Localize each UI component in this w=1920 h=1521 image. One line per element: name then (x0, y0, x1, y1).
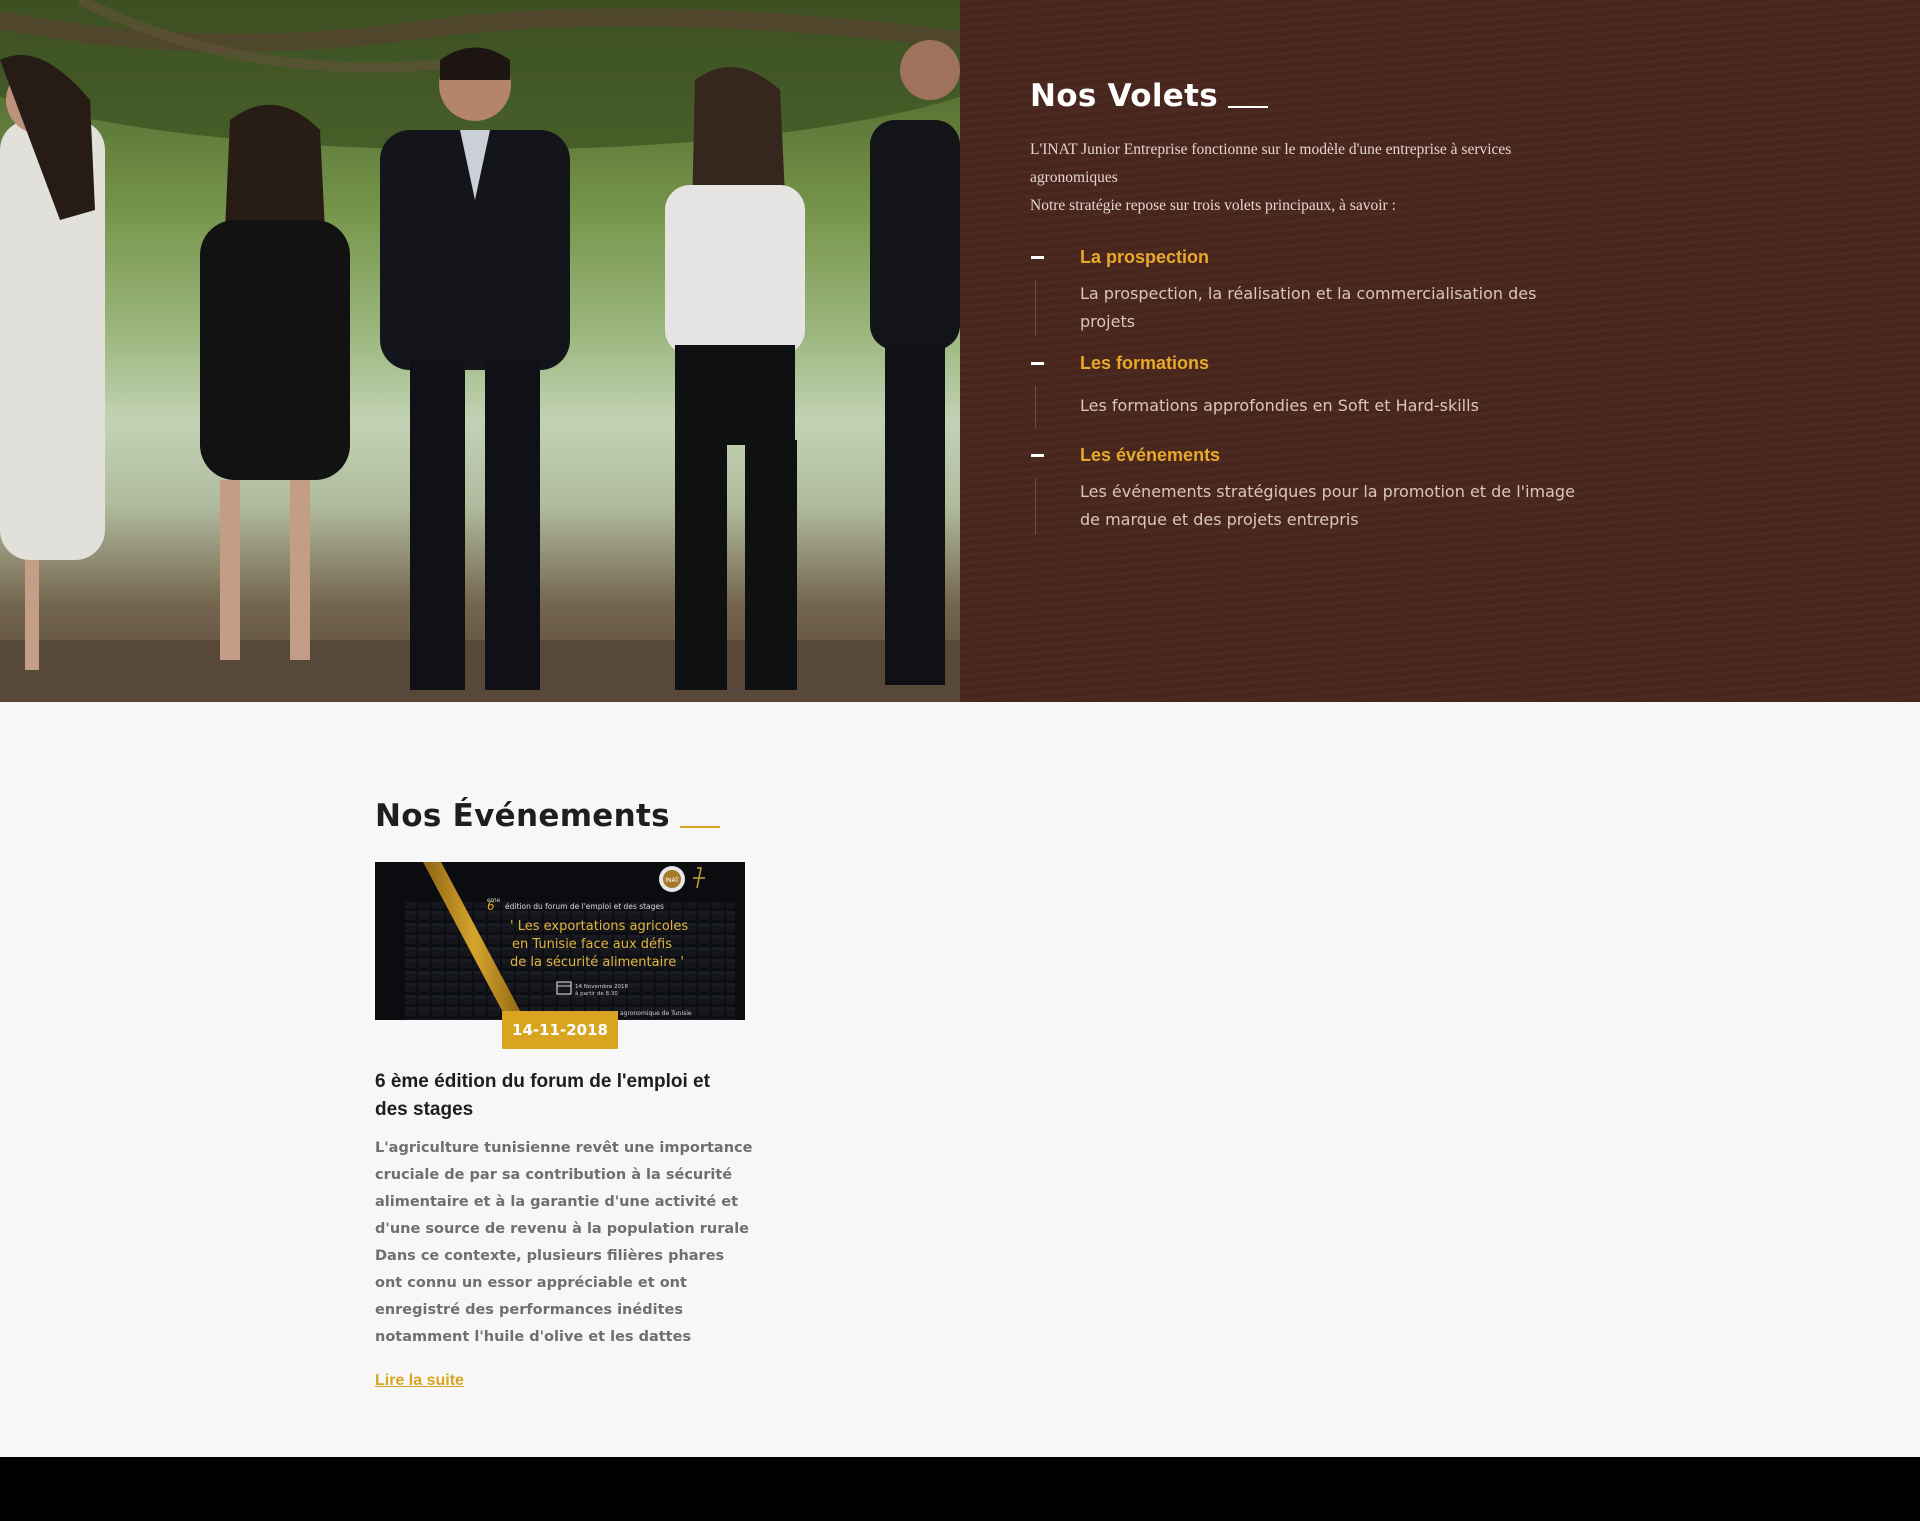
accordion-header-prospection[interactable]: La prospection (1030, 242, 1590, 272)
events-section: Nos Événements INAT eme 6 édition du for… (375, 798, 775, 1020)
footer (0, 1457, 1920, 1521)
volets-section: Nos Volets L'INAT Junior Entreprise fonc… (0, 0, 1920, 702)
volets-panel: Nos Volets L'INAT Junior Entreprise fonc… (960, 0, 1920, 702)
poster-logo-text: INAT (665, 877, 679, 884)
accordion-body: Les formations approfondies en Soft et H… (1035, 386, 1590, 428)
intro-line-1: L'INAT Junior Entreprise fonctionne sur … (1030, 141, 1512, 186)
accordion-body: La prospection, la réalisation et la com… (1035, 280, 1590, 336)
volets-intro: L'INAT Junior Entreprise fonctionne sur … (1030, 136, 1590, 220)
poster-date-line2: à partir de 8:30 (575, 990, 618, 997)
events-title: Nos Événements (375, 798, 775, 834)
poster-quote-line2: en Tunisie face aux défis (512, 937, 672, 952)
poster-date-line1: 14 Novembre 2018 (575, 984, 628, 990)
volets-accordion: La prospection La prospection, la réalis… (1030, 242, 1590, 534)
minus-icon (1031, 453, 1044, 457)
events-title-text: Nos Événements (375, 798, 670, 834)
accordion-header-evenements[interactable]: Les événements (1030, 440, 1590, 470)
read-more-link[interactable]: Lire la suite (375, 1372, 464, 1390)
minus-icon (1031, 361, 1044, 365)
event-date-badge: 14-11-2018 (502, 1011, 618, 1049)
team-photo (0, 0, 960, 702)
volets-title: Nos Volets (1030, 78, 1590, 114)
accordion-header-formations[interactable]: Les formations (1030, 348, 1590, 378)
event-title[interactable]: 6 ème édition du forum de l'emploi et de… (375, 1068, 747, 1124)
accordion-title: Les événements (1080, 444, 1221, 465)
intro-line-2: Notre stratégie repose sur trois volets … (1030, 197, 1396, 214)
title-underline (679, 826, 720, 828)
title-underline (1228, 106, 1269, 108)
accordion-item-evenements: Les événements Les événements stratégiqu… (1030, 440, 1590, 534)
poster-place: agronomique de Tunisie (620, 1010, 692, 1017)
event-description: L'agriculture tunisienne revêt une impor… (375, 1140, 753, 1345)
volets-title-text: Nos Volets (1030, 78, 1219, 114)
accordion-item-prospection: La prospection La prospection, la réalis… (1030, 242, 1590, 336)
accordion-title: La prospection (1080, 246, 1210, 267)
accordion-item-formations: Les formations Les formations approfondi… (1030, 348, 1590, 428)
poster-edition-number: 6 (487, 899, 495, 913)
accordion-title: Les formations (1080, 352, 1210, 373)
poster-edition-line: édition du forum de l'emploi et des stag… (505, 902, 664, 911)
poster-quote-line3: de la sécurité alimentaire ' (510, 955, 684, 970)
event-poster-image[interactable]: INAT eme 6 édition du forum de l'emploi … (375, 862, 745, 1020)
volets-content: Nos Volets L'INAT Junior Entreprise fonc… (1030, 78, 1590, 546)
accordion-body: Les événements stratégiques pour la prom… (1035, 478, 1590, 534)
minus-icon (1031, 255, 1044, 259)
poster-quote-line1: ' Les exportations agricoles (510, 919, 688, 934)
